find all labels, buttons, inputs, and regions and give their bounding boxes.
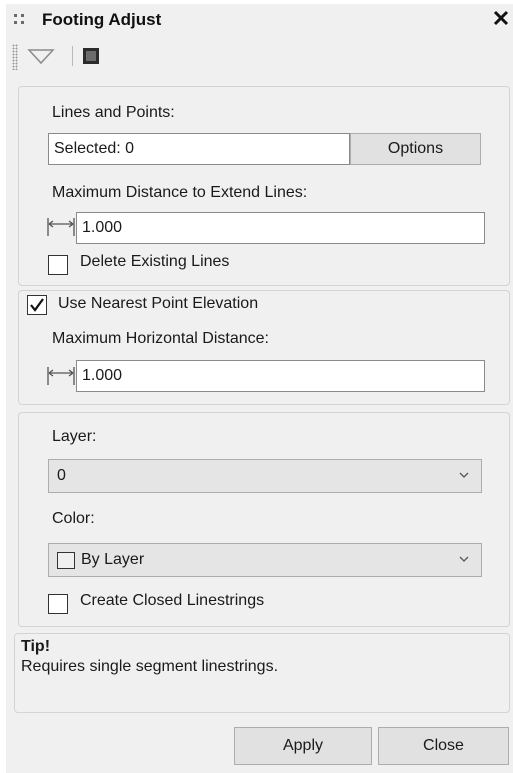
drag-grip-icon[interactable] [14,14,26,26]
chevron-down-icon [459,556,469,562]
color-swatch [57,552,75,569]
delete-existing-label: Delete Existing Lines [80,253,230,270]
max-horizontal-label: Maximum Horizontal Distance: [52,330,269,347]
title-bar[interactable]: Footing Adjust [6,4,513,36]
toolbar-separator [72,46,73,66]
close-button[interactable]: Close [378,727,509,765]
delete-existing-checkbox[interactable] [48,255,68,275]
close-icon[interactable] [493,6,509,32]
color-value: By Layer [81,551,145,568]
selected-field[interactable]: Selected: 0 [48,133,350,165]
layer-label: Layer: [52,428,97,445]
checkmark-icon [30,298,44,312]
distance-icon [47,218,75,236]
max-horizontal-input[interactable]: 1.000 [76,360,485,392]
toolbar [6,36,513,76]
color-dropdown[interactable]: By Layer [48,543,482,577]
tip-text: Requires single segment linestrings. [21,658,279,675]
color-label: Color: [52,510,95,527]
closed-linestrings-checkbox[interactable] [48,594,68,614]
layer-dropdown[interactable]: 0 [48,459,482,493]
tip-box: Tip! Requires single segment linestrings… [14,633,510,713]
max-extend-input[interactable]: 1.000 [76,212,485,244]
options-button[interactable]: Options [350,133,481,165]
distance-icon [47,367,75,385]
toolbar-grip-icon[interactable] [12,44,18,70]
use-nearest-checkbox[interactable] [27,295,47,315]
chevron-down-icon [459,472,469,478]
apply-button[interactable]: Apply [234,727,372,765]
tip-title: Tip! [21,638,51,655]
window-title: Footing Adjust [42,10,162,29]
max-extend-label: Maximum Distance to Extend Lines: [52,184,308,201]
filter-triangle-icon[interactable] [26,46,56,66]
layer-value: 0 [57,467,66,484]
use-nearest-label: Use Nearest Point Elevation [58,295,259,312]
image-icon[interactable] [82,47,100,65]
lines-points-label: Lines and Points: [52,104,175,121]
closed-linestrings-label: Create Closed Linestrings [80,592,265,609]
